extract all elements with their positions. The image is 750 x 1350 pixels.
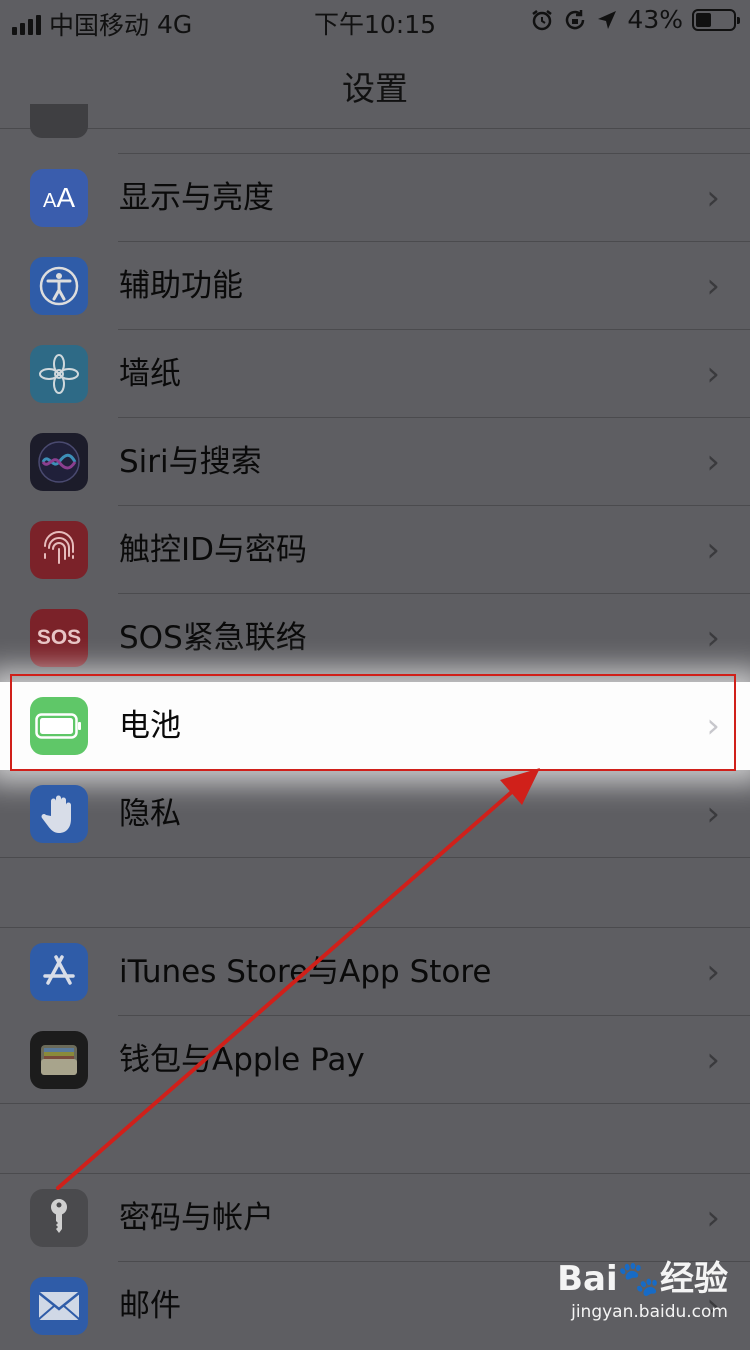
settings-row-label: 邮件 [119,1288,181,1324]
location-icon [598,10,617,29]
settings-row-label: SOS紧急联络 [119,620,307,656]
list-divider [0,1103,750,1104]
wallpaper-icon [30,345,88,403]
app-store-icon [30,943,88,1001]
fingerprint-icon [30,521,88,579]
settings-row-wallpaper[interactable]: 墙纸 › [0,330,750,418]
settings-row-siri[interactable]: Siri与搜索 › [0,418,750,506]
settings-row-label: 显示与亮度 [119,180,274,216]
status-bar: 中国移动 4G 下午10:15 43% [0,0,750,40]
status-battery-icon [692,8,740,31]
display-brightness-icon: AA [30,169,88,227]
chevron-right-icon: › [706,442,720,482]
settings-row-label: 辅助功能 [119,268,243,304]
wallet-icon [30,1031,88,1089]
partial-list-icon [30,104,88,138]
sos-icon: SOS [30,609,88,667]
chevron-right-icon: › [706,1040,720,1080]
page-title: 设置 [342,69,408,108]
chevron-right-icon: › [706,266,720,306]
settings-row-sos[interactable]: SOS SOS紧急联络 › [0,594,750,682]
settings-row-label: 钱包与Apple Pay [119,1042,365,1078]
chevron-right-icon: › [706,530,720,570]
settings-row-privacy[interactable]: 隐私 › [0,770,750,858]
watermark-brand: Bai [557,1259,618,1299]
battery-percentage: 43% [627,5,683,34]
rotation-lock-icon [566,9,585,29]
settings-row-wallet[interactable]: 钱包与Apple Pay › [0,1016,750,1104]
settings-row-display[interactable]: AA 显示与亮度 › [0,154,750,242]
chevron-right-icon: › [706,952,720,992]
siri-icon [30,433,88,491]
chevron-right-icon: › [706,1198,720,1238]
chevron-right-icon: › [706,618,720,658]
settings-row-label: 触控ID与密码 [119,532,308,568]
watermark-brand-suffix: 经验 [660,1259,728,1299]
chevron-right-icon: › [706,354,720,394]
settings-row-label: 墙纸 [119,356,181,392]
settings-row-touch-id[interactable]: 触控ID与密码 › [0,506,750,594]
highlight-box [10,674,736,771]
accessibility-icon [30,257,88,315]
key-icon [30,1189,88,1247]
settings-row-app-store[interactable]: iTunes Store与App Store › [0,928,750,1016]
chevron-right-icon: › [706,178,720,218]
settings-row-accessibility[interactable]: 辅助功能 › [0,242,750,330]
privacy-hand-icon [30,785,88,843]
alarm-icon [532,9,553,30]
settings-row-label: iTunes Store与App Store [119,954,492,990]
watermark-url: jingyan.baidu.com [571,1302,728,1322]
chevron-right-icon: › [706,794,720,834]
paw-icon: 🐾 [617,1259,660,1299]
watermark: Bai🐾经验 jingyan.baidu.com [557,1251,728,1322]
settings-row-passwords[interactable]: 密码与帐户 › [0,1174,750,1262]
settings-row-label: Siri与搜索 [119,444,262,480]
list-divider [0,857,750,858]
settings-row-label: 隐私 [119,796,181,832]
mail-icon [30,1277,88,1335]
nav-divider [0,128,750,129]
settings-row-label: 密码与帐户 [119,1200,274,1236]
